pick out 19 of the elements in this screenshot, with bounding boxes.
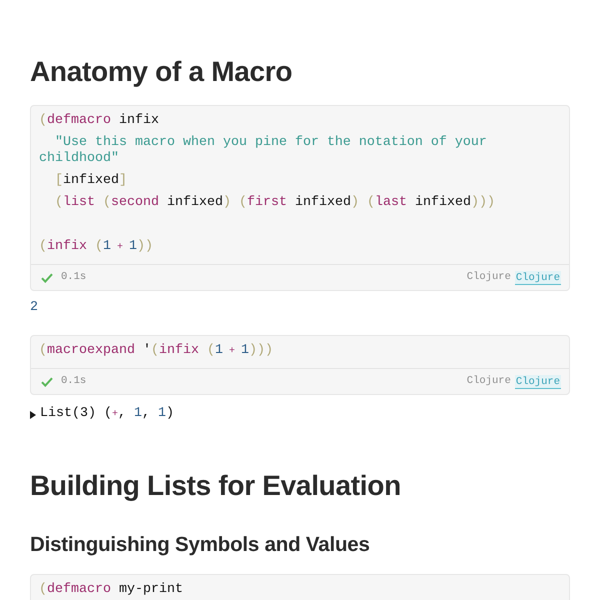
code-line: (list (second infixed) (first infixed) (last infixed))) [54,194,496,212]
section-heading: Building Lists for Evaluation [30,469,402,503]
run-time: 0.1s [61,374,86,389]
caret-right-icon[interactable] [30,410,36,418]
language-label: Clojure [466,374,511,389]
code-line: (defmacro infix [39,112,160,130]
code-line: (macroexpand '(infix (1 + 1))) [39,342,274,360]
run-time: 0.1s [61,270,86,285]
section-heading: Anatomy of a Macro [30,55,294,89]
code-line: [infixed] [54,172,128,190]
language-label: Clojure [466,270,511,285]
code-line: "Use this macro when you pine for the notation of your childhood" [39,134,488,168]
viewer-link[interactable]: Clojure [514,374,561,388]
result-value: 2 [30,299,39,317]
result-value: List(3) (+, 1, 1) [40,405,174,423]
viewer-link[interactable]: Clojure [514,270,561,284]
subsection-heading: Distinguishing Symbols and Values [30,532,371,558]
code-line: (defmacro my-print [39,581,184,599]
code-line: (infix (1 + 1)) [39,238,154,256]
